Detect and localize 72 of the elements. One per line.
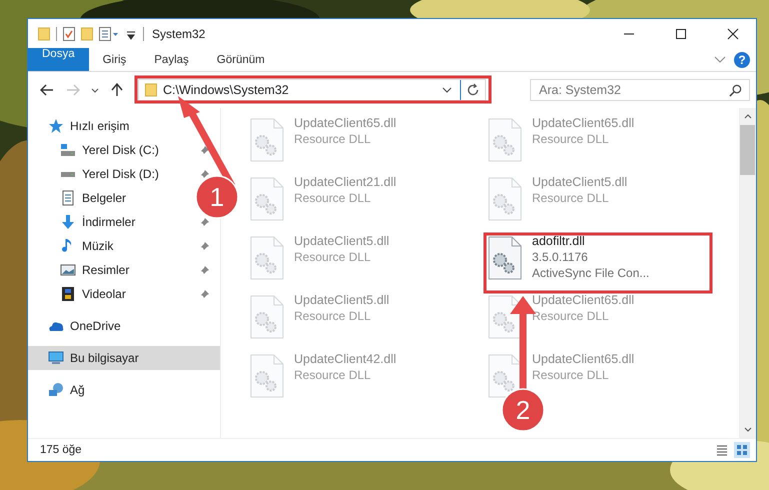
file-detail: Resource DLL (532, 308, 610, 324)
address-bar[interactable]: C:\Windows\System32 (138, 79, 486, 101)
step-number: 2 (516, 395, 530, 425)
minimize-icon (623, 32, 635, 34)
caret-icon (91, 88, 99, 92)
folder-icon[interactable] (38, 26, 50, 40)
file-detail: 3.5.0.1176 (532, 249, 589, 265)
ribbon-tab[interactable]: Giriş (88, 48, 140, 71)
maximize-icon (675, 28, 687, 40)
dropdown-caret-icon[interactable] (442, 87, 452, 93)
ribbon-tab[interactable]: Görünüm (202, 48, 279, 71)
help-button[interactable]: ? (734, 52, 750, 68)
search-icon[interactable] (729, 84, 742, 97)
ribbon-tab[interactable]: Paylaş (140, 48, 203, 71)
sidebar-item[interactable]: Videolar (60, 282, 130, 306)
scroll-thumb[interactable] (740, 125, 755, 175)
search-field[interactable]: Ara: System32 (530, 79, 750, 101)
image-icon (60, 262, 76, 278)
file-detail: ActiveSync File Con... (532, 265, 650, 281)
file-detail: Resource DLL (294, 367, 372, 383)
gear-file-icon[interactable] (488, 236, 522, 280)
file-detail: Resource DLL (294, 308, 372, 324)
star-icon (48, 118, 64, 134)
computer-icon (48, 350, 64, 366)
sidebar-item[interactable]: Ağ (28, 378, 220, 402)
scroll-down-icon[interactable] (744, 427, 752, 432)
film-icon (60, 286, 76, 302)
file-detail: Resource DLL (294, 190, 372, 206)
sidebar-item[interactable]: Müzik (60, 234, 118, 258)
file-detail: Resource DLL (532, 131, 610, 147)
sidebar-item[interactable]: Bu bilgisayar (28, 346, 220, 370)
expand-ribbon-icon[interactable] (714, 56, 726, 64)
pin-icon[interactable] (200, 145, 210, 155)
properties-icon[interactable] (63, 26, 75, 40)
scroll-up-icon[interactable] (744, 114, 752, 119)
pin-icon[interactable] (200, 265, 210, 275)
sidebar-item[interactable]: Hızlı erişim (48, 114, 134, 138)
download-arrow-icon (60, 214, 76, 230)
sidebar-item[interactable]: Resimler (60, 258, 134, 282)
pin-icon[interactable] (200, 241, 210, 251)
close-icon (727, 28, 739, 40)
sidebar-item[interactable]: Yerel Disk (D:) (60, 162, 163, 186)
drive-icon (60, 142, 76, 158)
sidebar-item[interactable]: Yerel Disk (C:) (60, 138, 163, 162)
pin-icon[interactable] (200, 217, 210, 227)
network-icon (48, 382, 64, 398)
file-detail: Resource DLL (532, 367, 610, 383)
up-arrow-icon (111, 83, 123, 97)
file-name[interactable]: adofiltr.dll (532, 234, 650, 249)
sidebar-item[interactable]: İndirmeler (60, 210, 140, 234)
scrollbar[interactable] (739, 108, 756, 438)
new-folder-icon[interactable] (81, 26, 93, 40)
file-detail: Resource DLL (532, 190, 610, 206)
back-arrow-icon (40, 84, 54, 96)
refresh-icon[interactable] (466, 83, 480, 97)
sidebar-item[interactable]: OneDrive (28, 314, 220, 338)
list-view-icon[interactable] (99, 26, 119, 40)
file-menu-button[interactable]: Dosya (28, 48, 89, 71)
pin-icon[interactable] (200, 289, 210, 299)
item-count: 175 öğe (40, 444, 82, 456)
file-detail: Resource DLL (294, 131, 372, 147)
tiles-view-icon[interactable] (734, 442, 750, 458)
folder-icon (145, 83, 157, 97)
step-number: 1 (210, 182, 224, 212)
sidebar-item[interactable]: Belgeler (60, 186, 130, 210)
step-badge (195, 175, 239, 219)
file-detail: Resource DLL (294, 249, 372, 265)
document-icon (60, 190, 76, 206)
window-title: System32 (152, 26, 206, 40)
pin-icon[interactable] (200, 169, 210, 179)
step-badge (501, 388, 545, 432)
drive-icon (60, 170, 76, 178)
